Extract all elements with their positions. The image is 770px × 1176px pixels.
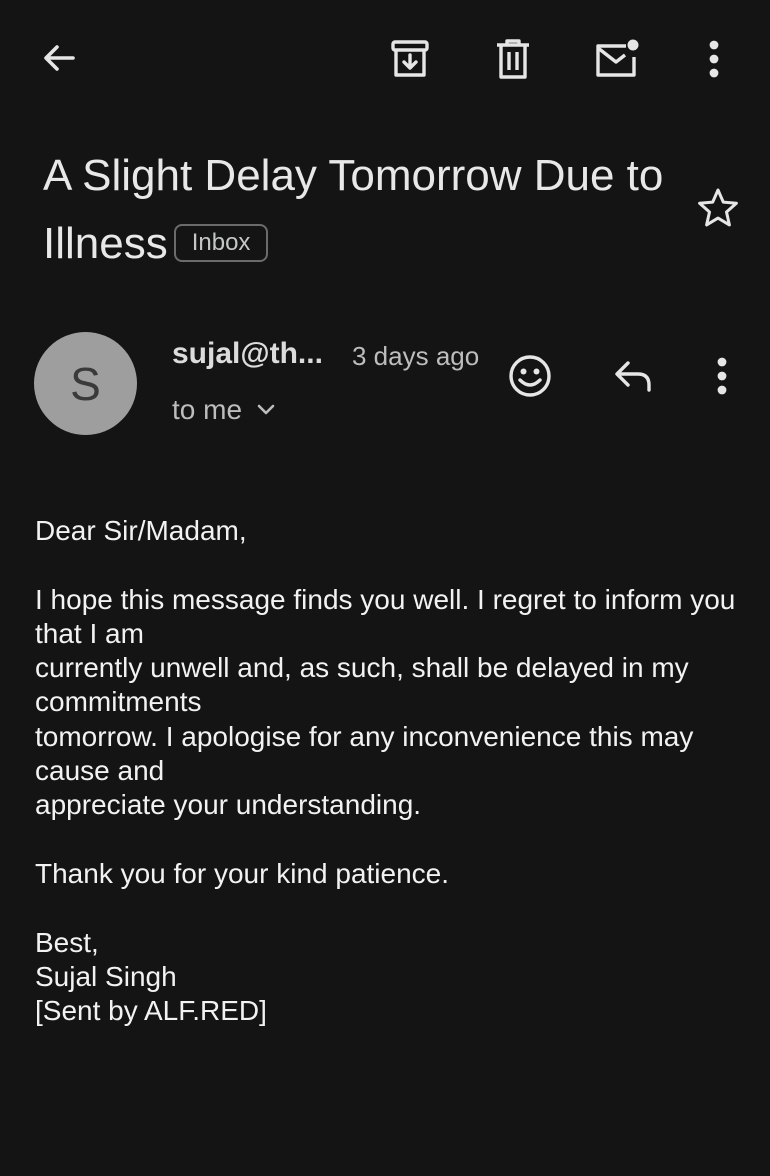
recipients-text: to me: [172, 394, 243, 425]
subject-text: A Slight Delay Tomorrow Due to Illness: [43, 151, 664, 268]
message-more-button[interactable]: [694, 348, 750, 404]
email-body: Dear Sir/Madam, I hope this message find…: [35, 514, 745, 1028]
body-line: tomorrow. I apologise for any inconvenie…: [35, 720, 694, 787]
mark-unread-button[interactable]: [588, 31, 644, 87]
more-vert-icon: [709, 40, 719, 78]
sender-avatar[interactable]: S: [34, 332, 137, 435]
signature-name: Sujal Singh: [35, 960, 177, 992]
signoff-line: Best,: [35, 926, 99, 958]
archive-button[interactable]: [382, 31, 438, 87]
email-timestamp: 3 days ago: [352, 341, 480, 371]
emoji-icon: [509, 355, 551, 397]
reply-icon: [615, 361, 651, 392]
inbox-label-chip[interactable]: Inbox: [173, 224, 269, 262]
delete-button[interactable]: [485, 31, 541, 87]
back-button[interactable]: [31, 30, 87, 86]
body-line: currently unwell and, as such, shall be …: [35, 652, 689, 718]
more-options-button[interactable]: [686, 31, 742, 87]
mail-unread-icon: [596, 39, 639, 77]
avatar-letter: S: [70, 357, 101, 410]
sender-name[interactable]: sujal@th...: [172, 334, 323, 374]
reply-button[interactable]: [605, 348, 661, 404]
chevron-down-icon: [256, 403, 276, 417]
star-icon: [698, 188, 738, 227]
email-subject: A Slight Delay Tomorrow Due to Illness In…: [43, 142, 673, 278]
star-button[interactable]: [690, 180, 746, 236]
recipients-toggle[interactable]: to me: [172, 390, 276, 430]
thanks-line: Thank you for your kind patience.: [35, 857, 450, 889]
body-line: appreciate your understanding.: [35, 789, 422, 821]
greeting-line: Dear Sir/Madam,: [35, 515, 247, 546]
more-vert-icon: [717, 357, 727, 395]
archive-icon: [391, 40, 429, 77]
trash-icon: [497, 39, 529, 79]
body-line: I hope this message finds you well. I re…: [35, 583, 736, 649]
add-reaction-button[interactable]: [502, 348, 558, 404]
arrow-left-icon: [44, 45, 75, 71]
signature-footer: [Sent by ALF.RED]: [35, 995, 267, 1027]
top-app-bar: [0, 0, 770, 118]
